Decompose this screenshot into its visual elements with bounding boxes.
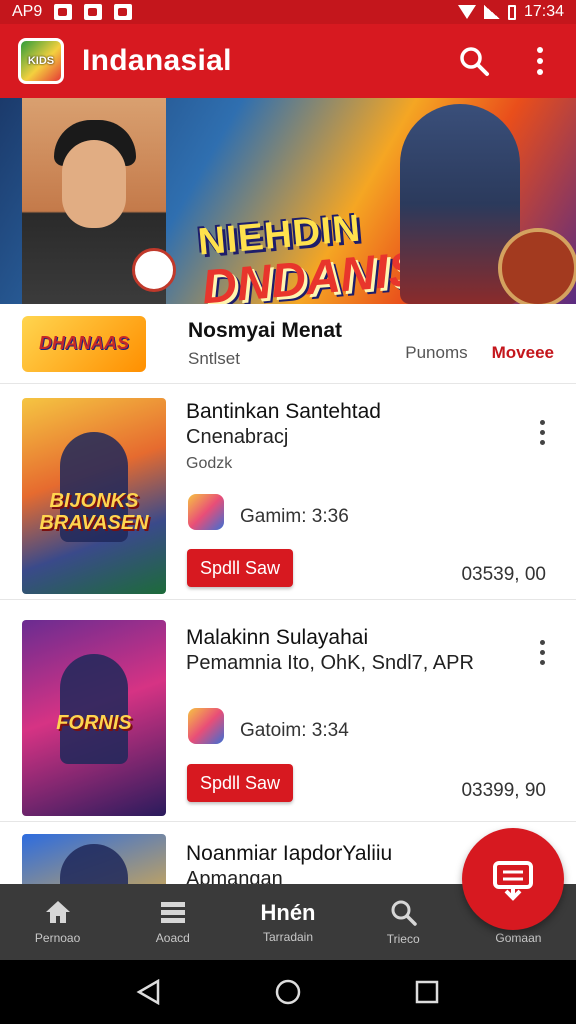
nav-item-list[interactable]: Aoacd <box>115 884 230 960</box>
search-icon <box>460 47 489 76</box>
game-genre: Gatoim: 3:34 <box>240 720 349 741</box>
app-logo[interactable]: KIDS <box>18 38 64 84</box>
nav-label: Aoacd <box>155 931 190 945</box>
app-title: Indanasial <box>82 44 232 77</box>
game-mini-icon <box>188 708 224 744</box>
game-menu-button[interactable] <box>532 632 552 672</box>
game-action-button[interactable]: Spdll Saw <box>187 549 293 587</box>
game-action-button[interactable]: Spdll Saw <box>187 764 293 802</box>
wifi-icon <box>457 5 476 19</box>
battery-icon <box>507 4 516 20</box>
game-thumbnail[interactable] <box>22 834 166 884</box>
publisher-name: Nosmyai Menat <box>188 318 343 342</box>
game-card[interactable]: FORNIS Malakinn Sulayahai Pemamnia Ito, … <box>0 606 576 822</box>
search-button[interactable] <box>456 43 492 79</box>
home-circle-icon[interactable] <box>274 978 302 1006</box>
game-subtitle: Pemamnia Ito, OhK, Sndl7, APR <box>186 652 474 674</box>
overflow-menu-button[interactable] <box>522 43 558 79</box>
game-subtitle: Cnenabracj <box>186 426 289 448</box>
status-time: 17:34 <box>523 3 564 20</box>
recents-icon[interactable] <box>414 979 440 1005</box>
home-icon <box>45 901 70 923</box>
game-price: 03399, 90 <box>461 780 546 801</box>
nav-label: Trieco <box>386 932 420 946</box>
game-title: Bantinkan Santehtad <box>186 400 381 423</box>
publisher-subtitle: Sntlset <box>188 348 240 368</box>
app-logo-text: KIDS <box>27 55 55 67</box>
game-card[interactable]: BIJONKS BRAVASEN Bantinkan Santehtad Cne… <box>0 384 576 600</box>
notification-icon <box>114 4 133 20</box>
more-vert-icon <box>537 47 543 75</box>
shield-image <box>498 228 576 304</box>
publisher-row[interactable]: DHANAAS Nosmyai Menat Sntlset Punoms Mov… <box>0 304 576 384</box>
notification-icon <box>54 4 73 20</box>
signal-icon <box>483 5 500 19</box>
game-mini-icon <box>188 494 224 530</box>
app-bar: KIDS Indanasial <box>0 24 576 98</box>
game-thumbnail[interactable]: BIJONKS BRAVASEN <box>22 398 166 594</box>
download-icon <box>493 861 533 901</box>
publisher-logo: DHANAAS <box>22 315 146 372</box>
download-fab[interactable] <box>462 828 564 930</box>
game-menu-button[interactable] <box>532 412 552 452</box>
game-title: Malakinn Sulayahai <box>186 626 369 649</box>
publisher-logo-text: DHANAAS <box>39 333 129 353</box>
game-thumbnail-title: FORNIS <box>56 712 132 734</box>
tab-punoms[interactable]: Punoms <box>405 343 467 363</box>
system-nav-bar <box>0 960 576 1024</box>
game-size: Godzk <box>186 455 233 472</box>
hero-portrait <box>22 98 176 304</box>
nav-label: Gomaan <box>495 931 542 945</box>
nav-label: Pernoao <box>34 931 81 945</box>
game-thumbnail[interactable]: FORNIS <box>22 620 166 816</box>
nav-item-center[interactable]: Hnén Tarradain <box>230 884 345 960</box>
badge-icon <box>132 248 176 292</box>
list-icon <box>160 902 185 923</box>
nav-label: Tarradain <box>262 930 314 944</box>
status-carrier-text: AP9 <box>12 3 43 20</box>
game-genre: Gamim: 3:36 <box>240 506 349 527</box>
nav-item-search[interactable]: Trieco <box>346 884 461 960</box>
nav-center-text: Hnén <box>260 900 316 925</box>
search-icon <box>391 900 417 926</box>
tab-moveee[interactable]: Moveee <box>492 343 554 363</box>
status-bar: AP9 17:34 <box>0 0 576 24</box>
game-thumbnail-title: BIJONKS BRAVASEN <box>39 490 149 534</box>
notification-icon <box>84 4 103 20</box>
hero-banner[interactable]: NIEHDIN DNDANISE! <box>0 98 576 304</box>
game-price: 03539, 00 <box>461 564 546 585</box>
back-icon[interactable] <box>136 979 162 1005</box>
nav-item-home[interactable]: Pernoao <box>0 884 115 960</box>
